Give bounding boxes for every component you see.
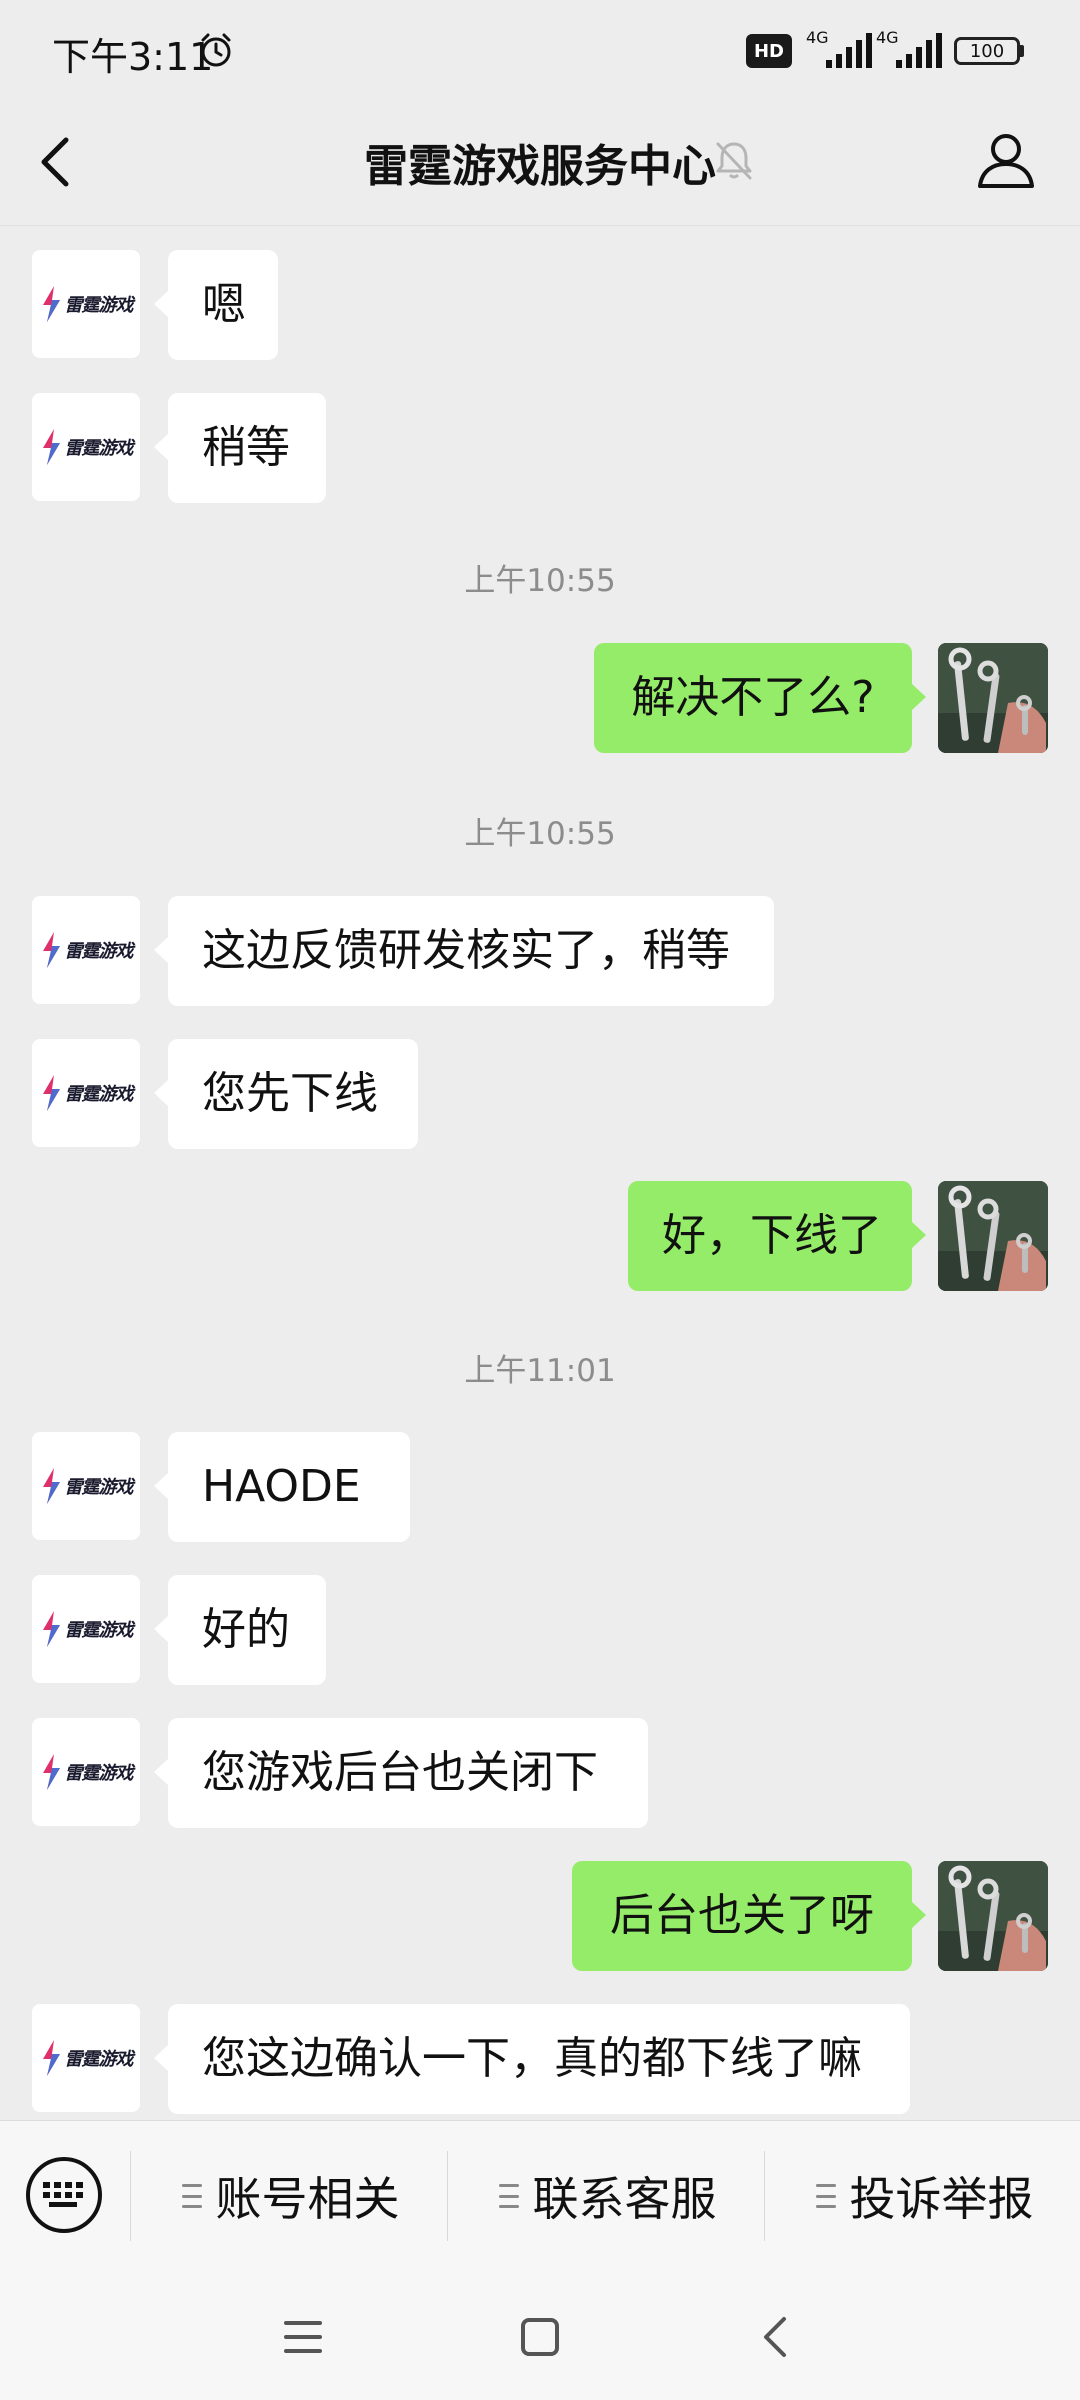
status-bar: 下午3:11 HD 4G 4G 100 xyxy=(0,0,1080,100)
service-avatar[interactable]: 雷霆游戏 xyxy=(32,1718,140,1826)
wrench-photo-icon xyxy=(938,1181,1048,1291)
user-avatar[interactable] xyxy=(938,643,1048,753)
user-avatar[interactable] xyxy=(938,1181,1048,1291)
brand-logo-text: 雷霆游戏 xyxy=(64,941,134,962)
outgoing-message-bubble[interactable]: 好，下线了 xyxy=(628,1181,926,1291)
lightning-logo-icon xyxy=(42,1754,60,1790)
chat-header: 雷霆游戏服务中心 xyxy=(0,100,1080,226)
menu-contact-label: 联系客服 xyxy=(532,2172,717,2226)
menu-contact-support[interactable]: 联系客服 xyxy=(449,2151,766,2241)
brand-logo-text: 雷霆游戏 xyxy=(64,1620,134,1641)
chat-profile-button[interactable] xyxy=(972,126,1040,194)
service-avatar[interactable]: 雷霆游戏 xyxy=(32,1039,140,1147)
home-square-icon xyxy=(521,2318,559,2356)
lightning-logo-icon xyxy=(42,429,60,465)
system-nav-bar xyxy=(0,2275,1080,2400)
service-avatar[interactable]: 雷霆游戏 xyxy=(32,2004,140,2112)
lightning-logo-icon xyxy=(42,2040,60,2076)
brand-logo-text: 雷霆游戏 xyxy=(64,1763,134,1784)
service-avatar[interactable]: 雷霆游戏 xyxy=(32,1432,140,1540)
signal-strength-icon xyxy=(826,33,872,68)
incoming-message-bubble[interactable]: 您游戏后台也关闭下 xyxy=(154,1718,648,1828)
incoming-message-bubble[interactable]: HAODE xyxy=(154,1432,410,1542)
service-avatar[interactable]: 雷霆游戏 xyxy=(32,393,140,501)
menu-complaint-label: 投诉举报 xyxy=(849,2172,1034,2226)
battery-tip xyxy=(1020,45,1024,57)
keyboard-icon xyxy=(43,2182,83,2207)
nav-menu-button[interactable] xyxy=(273,2307,333,2367)
message-timestamp: 上午11:01 xyxy=(464,1353,616,1389)
bell-off-icon xyxy=(716,142,752,180)
back-chevron-icon xyxy=(764,2317,786,2357)
incoming-message-bubble[interactable]: 您这边确认一下，真的都下线了嘛 xyxy=(154,2004,910,2114)
wrench-photo-icon xyxy=(938,1861,1048,1971)
brand-logo-text: 雷霆游戏 xyxy=(64,1084,134,1105)
message-timestamp: 上午10:55 xyxy=(464,563,616,599)
lightning-logo-icon xyxy=(42,932,60,968)
incoming-message-bubble[interactable]: 这边反馈研发核实了，稍等 xyxy=(154,896,774,1006)
brand-logo-text: 雷霆游戏 xyxy=(64,295,134,316)
wrench-photo-icon xyxy=(938,643,1048,753)
user-avatar[interactable] xyxy=(938,1861,1048,1971)
menu-complaint[interactable]: 投诉举报 xyxy=(766,2151,1080,2241)
brand-logo-text: 雷霆游戏 xyxy=(64,438,134,459)
chat-title: 雷霆游戏服务中心 xyxy=(364,141,716,192)
menu-lines-icon xyxy=(181,2184,202,2208)
keyboard-toggle-button[interactable] xyxy=(26,2157,102,2233)
person-icon xyxy=(978,134,1034,188)
incoming-message-bubble[interactable]: 嗯 xyxy=(154,250,278,360)
brand-logo-text: 雷霆游戏 xyxy=(64,2049,134,2070)
brand-logo-text: 雷霆游戏 xyxy=(64,1477,134,1498)
incoming-message-bubble[interactable]: 您先下线 xyxy=(154,1039,418,1149)
incoming-message-bubble[interactable]: 好的 xyxy=(154,1575,326,1685)
signal-strength-icon xyxy=(896,33,942,68)
battery-indicator: 100 xyxy=(954,37,1020,65)
service-avatar[interactable]: 雷霆游戏 xyxy=(32,250,140,358)
menu-account[interactable]: 账号相关 xyxy=(132,2151,449,2241)
lightning-logo-icon xyxy=(42,1075,60,1111)
lightning-logo-icon xyxy=(42,1611,60,1647)
service-avatar[interactable]: 雷霆游戏 xyxy=(32,1575,140,1683)
outgoing-message-bubble[interactable]: 后台也关了呀 xyxy=(572,1861,926,1971)
status-time: 下午3:11 xyxy=(52,35,214,79)
message-timestamp: 上午10:55 xyxy=(464,816,616,852)
menu-divider xyxy=(447,2151,448,2241)
outgoing-message-bubble[interactable]: 解决不了么? xyxy=(594,643,926,753)
menu-divider xyxy=(764,2151,765,2241)
service-avatar[interactable]: 雷霆游戏 xyxy=(32,896,140,1004)
service-menu-bar: 账号相关 联系客服 投诉举报 xyxy=(0,2120,1080,2275)
menu-divider xyxy=(130,2151,131,2241)
menu-account-label: 账号相关 xyxy=(215,2172,400,2226)
nav-back-button[interactable] xyxy=(745,2307,805,2367)
incoming-message-bubble[interactable]: 稍等 xyxy=(154,393,326,503)
menu-lines-icon xyxy=(815,2184,836,2208)
hd-voice-badge: HD xyxy=(746,34,792,68)
nav-home-button[interactable] xyxy=(510,2307,570,2367)
lightning-logo-icon xyxy=(42,286,60,322)
lightning-logo-icon xyxy=(42,1468,60,1504)
menu-icon xyxy=(284,2321,322,2353)
alarm-clock-icon xyxy=(201,33,231,67)
menu-lines-icon xyxy=(498,2184,519,2208)
